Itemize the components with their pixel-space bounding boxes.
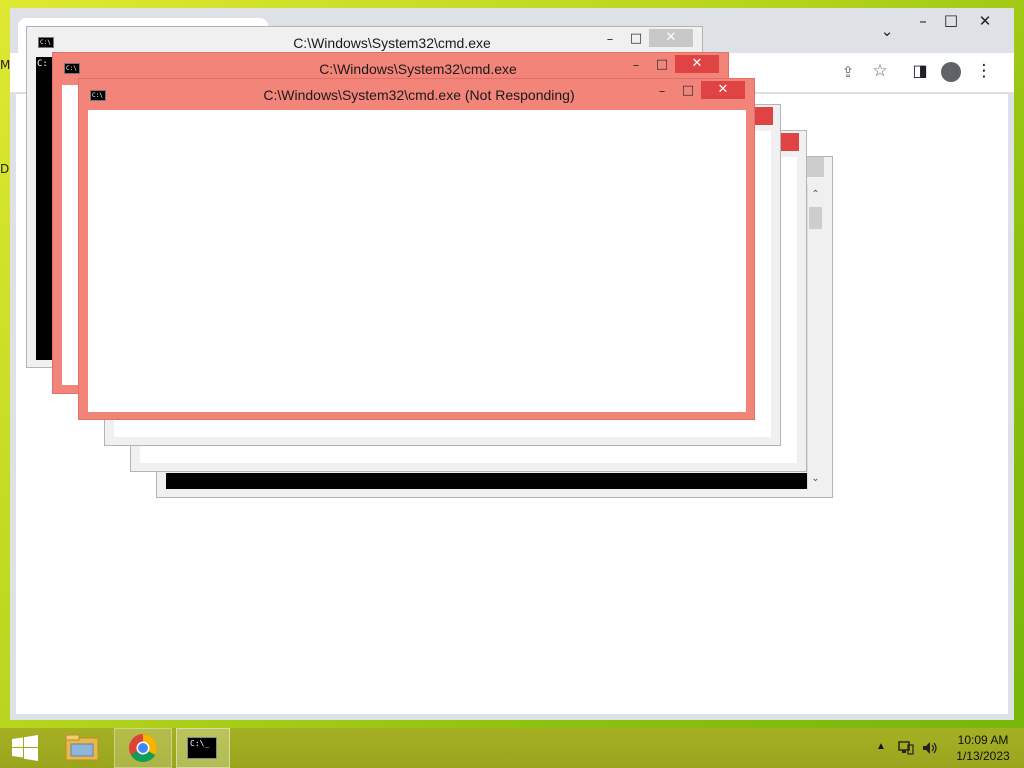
- minimize-button[interactable]: –: [651, 83, 673, 101]
- close-button[interactable]: ✕: [675, 55, 719, 73]
- console-black-strip: [166, 473, 807, 489]
- chrome-icon: [129, 734, 157, 762]
- window-title: C:\Windows\System32\cmd.exe: [319, 61, 517, 77]
- network-icon[interactable]: [898, 741, 914, 755]
- taskbar: C:\_ ▲ 10:09 AM 1/13/2023: [0, 728, 1024, 768]
- cmd-app-icon: C:\: [90, 90, 106, 101]
- taskbar-cmd[interactable]: C:\_: [176, 728, 230, 768]
- clock[interactable]: 10:09 AM 1/13/2023: [948, 733, 1018, 763]
- window-title: C:\Windows\System32\cmd.exe: [293, 35, 491, 51]
- cmd-window-front-not-responding: C:\ C:\Windows\System32\cmd.exe (Not Res…: [78, 78, 755, 420]
- window-client-area: [88, 110, 746, 412]
- windows-logo-icon: [12, 735, 38, 761]
- close-button[interactable]: ✕: [649, 29, 693, 47]
- taskbar-chrome[interactable]: [114, 728, 172, 768]
- start-button[interactable]: [4, 728, 46, 768]
- share-icon[interactable]: ⇪: [836, 63, 860, 81]
- desktop-icon-label-d[interactable]: D: [0, 162, 9, 176]
- profile-avatar-icon[interactable]: [941, 62, 961, 82]
- chrome-tab-search-chevron-icon[interactable]: ⌄: [876, 22, 898, 40]
- chrome-maximize-button[interactable]: □: [938, 11, 964, 29]
- maximize-button[interactable]: □: [651, 56, 673, 74]
- folder-icon: [65, 734, 99, 761]
- side-panel-icon[interactable]: ◨: [908, 61, 932, 80]
- console-prompt: C:: [37, 59, 48, 69]
- cmd-app-icon: C:\: [38, 37, 54, 48]
- scrollbar-track[interactable]: [807, 185, 824, 491]
- scrollbar-thumb[interactable]: [809, 207, 822, 229]
- taskbar-file-explorer[interactable]: [56, 728, 108, 768]
- cmd-app-icon: C:\: [64, 63, 80, 74]
- window-title: C:\Windows\System32\cmd.exe (Not Respond…: [263, 87, 575, 103]
- desktop-icon-label-m[interactable]: M: [0, 58, 10, 72]
- window-client-area: [62, 85, 78, 385]
- clock-time: 10:09 AM: [957, 733, 1009, 747]
- maximize-button[interactable]: □: [625, 30, 647, 48]
- bookmark-star-icon[interactable]: ☆: [868, 61, 892, 81]
- scroll-down-arrow-icon[interactable]: ⌄: [807, 473, 824, 489]
- chrome-menu-icon[interactable]: ⋮: [972, 61, 996, 81]
- chrome-close-button[interactable]: ✕: [972, 12, 998, 30]
- cmd-taskbar-icon: C:\_: [187, 737, 217, 759]
- scroll-up-arrow-icon[interactable]: ⌃: [807, 189, 824, 205]
- volume-icon[interactable]: [922, 741, 940, 755]
- titlebar-grey-block: [807, 157, 824, 177]
- maximize-button[interactable]: □: [677, 82, 699, 100]
- console-area[interactable]: C:: [36, 57, 52, 360]
- show-hidden-icons-icon[interactable]: ▲: [876, 741, 886, 752]
- clock-date: 1/13/2023: [956, 749, 1010, 763]
- minimize-button[interactable]: –: [599, 31, 621, 49]
- minimize-button[interactable]: –: [625, 57, 647, 75]
- chrome-minimize-button[interactable]: –: [910, 12, 936, 30]
- close-button[interactable]: ✕: [701, 81, 745, 99]
